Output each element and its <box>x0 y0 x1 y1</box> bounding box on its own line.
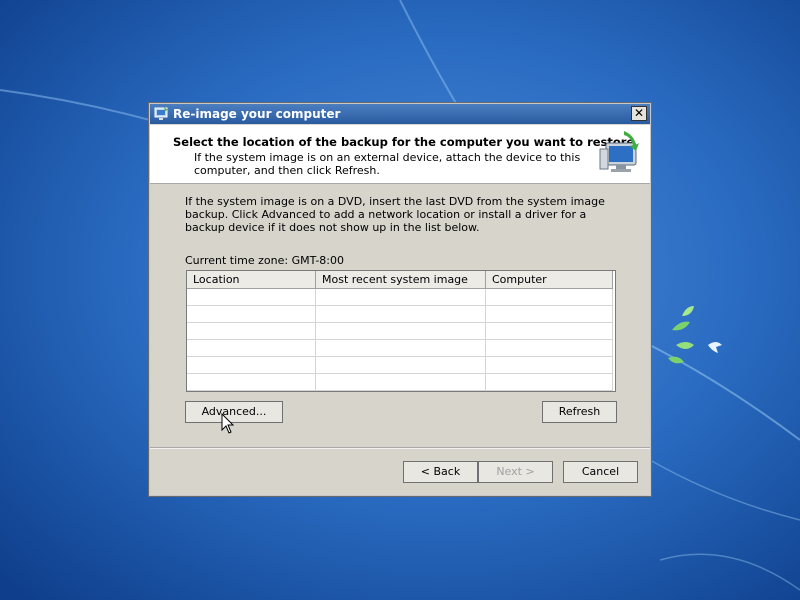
column-header-location[interactable]: Location <box>187 271 316 288</box>
cancel-button[interactable]: Cancel <box>563 461 638 483</box>
mouse-pointer-icon <box>221 413 235 434</box>
table-cell <box>316 374 486 391</box>
column-header-recent-image[interactable]: Most recent system image <box>316 271 486 288</box>
table-cell <box>187 340 316 357</box>
table-cell <box>486 289 613 306</box>
instructions-text: If the system image is on a DVD, insert … <box>185 195 605 234</box>
close-icon: ✕ <box>633 106 645 120</box>
window-title: Re-image your computer <box>173 107 341 121</box>
table-cell <box>187 323 316 340</box>
table-cell <box>486 306 613 323</box>
table-cell <box>316 340 486 357</box>
table-row[interactable] <box>187 306 613 323</box>
header-title: Select the location of the backup for th… <box>173 135 635 149</box>
timezone-label: Current time zone: GMT-8:00 <box>185 254 345 267</box>
footer-divider-highlight <box>150 448 650 449</box>
back-button[interactable]: < Back <box>403 461 478 483</box>
list-header: Location Most recent system image Comput… <box>187 271 613 289</box>
table-cell <box>316 357 486 374</box>
table-cell <box>486 357 613 374</box>
table-row[interactable] <box>187 289 613 306</box>
table-row[interactable] <box>187 374 613 391</box>
table-cell <box>187 289 316 306</box>
next-button[interactable]: Next > <box>478 461 553 483</box>
table-row[interactable] <box>187 323 613 340</box>
table-cell <box>316 306 486 323</box>
title-bar[interactable]: Re-image your computer ✕ <box>150 104 650 124</box>
column-header-computer[interactable]: Computer <box>486 271 613 288</box>
table-cell <box>187 357 316 374</box>
table-row[interactable] <box>187 357 613 374</box>
header-subtitle: If the system image is on an external de… <box>194 151 581 177</box>
table-cell <box>316 289 486 306</box>
close-button[interactable]: ✕ <box>631 106 647 121</box>
refresh-button[interactable]: Refresh <box>542 401 617 423</box>
backup-restore-icon <box>154 107 168 120</box>
table-cell <box>316 323 486 340</box>
computer-restore-icon <box>599 131 639 172</box>
table-cell <box>187 374 316 391</box>
table-cell <box>187 306 316 323</box>
backup-list[interactable]: Location Most recent system image Comput… <box>186 270 616 392</box>
reimage-dialog: Re-image your computer ✕ Select the loca… <box>148 102 652 497</box>
table-cell <box>486 323 613 340</box>
table-cell <box>486 374 613 391</box>
table-row[interactable] <box>187 340 613 357</box>
table-cell <box>486 340 613 357</box>
wizard-header: Select the location of the backup for th… <box>150 125 650 184</box>
